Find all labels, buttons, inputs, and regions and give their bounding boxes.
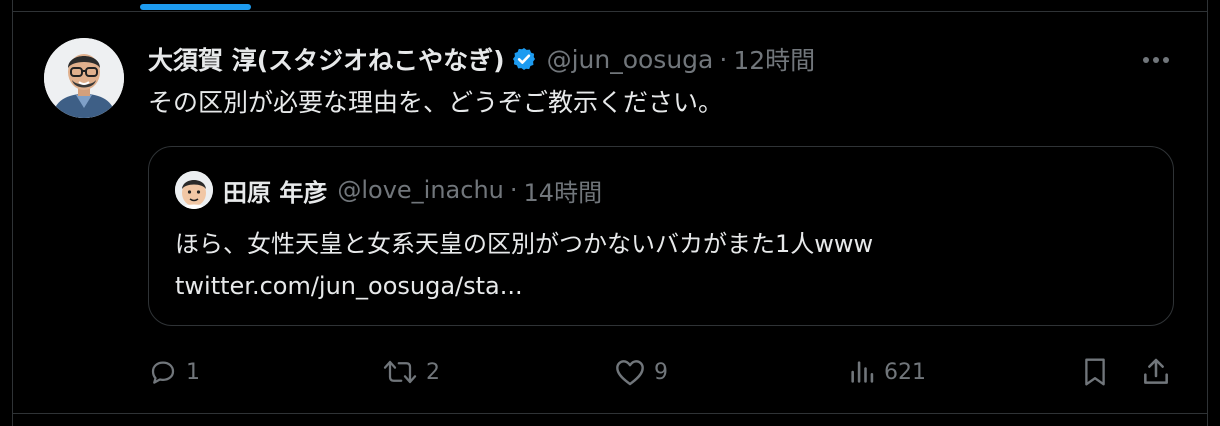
reply-icon: [151, 361, 175, 384]
quoted-text-link[interactable]: twitter.com/jun_oosuga/sta...: [175, 265, 1155, 307]
bookmark-icon: [1085, 358, 1105, 386]
author-handle[interactable]: @jun_oosuga: [547, 45, 714, 74]
active-tab-indicator: [140, 4, 251, 10]
tweet-timestamp[interactable]: 12時間: [733, 41, 815, 77]
separator-dot: ·: [509, 176, 518, 204]
bottom-divider: [12, 413, 1208, 414]
reply-count: 1: [186, 359, 200, 385]
quoted-author-handle[interactable]: @love_inachu: [337, 176, 504, 204]
quoted-tweet-timestamp[interactable]: 14時間: [524, 173, 603, 208]
author-avatar[interactable]: [44, 38, 124, 118]
like-count: 9: [654, 359, 668, 385]
top-divider: [12, 11, 1208, 12]
separator-dot: ·: [719, 44, 728, 74]
verified-badge-icon[interactable]: [511, 46, 537, 72]
heart-icon: [616, 360, 644, 386]
quoted-text-line: ほら、女性天皇と女系天皇の区別がつかないバカがまた1人www: [175, 230, 874, 258]
more-dots-icon[interactable]: [1138, 46, 1174, 74]
quoted-tweet-header: 田原 年彦 @love_inachu · 14時間: [223, 173, 602, 207]
share-icon: [1144, 358, 1168, 384]
retweet-icon: [383, 360, 417, 384]
quoted-tweet-text: ほら、女性天皇と女系天皇の区別がつかないバカがまた1人www twitter.c…: [175, 223, 1155, 307]
share-button[interactable]: [1140, 352, 1172, 392]
views-chart-icon: [851, 361, 874, 383]
tweet-header: 大須賀 淳(スタジオねこやなぎ) @jun_oosuga · 12時間: [148, 40, 815, 78]
like-button[interactable]: 9: [614, 352, 668, 392]
quoted-author-display-name[interactable]: 田原 年彦: [223, 173, 327, 208]
quoted-tweet[interactable]: 田原 年彦 @love_inachu · 14時間 ほら、女性天皇と女系天皇の区…: [148, 146, 1174, 326]
bookmark-button[interactable]: [1080, 352, 1110, 392]
views-count: 621: [884, 359, 926, 385]
retweet-button[interactable]: 2: [382, 352, 440, 392]
quoted-author-avatar[interactable]: [175, 171, 213, 209]
retweet-count: 2: [426, 359, 440, 385]
views-button[interactable]: 621: [848, 352, 926, 392]
tweet-text: その区別が必要な理由を、どうぞご教示ください。: [148, 88, 724, 117]
reply-button[interactable]: 1: [148, 352, 200, 392]
author-display-name[interactable]: 大須賀 淳(スタジオねこやなぎ): [148, 41, 505, 77]
